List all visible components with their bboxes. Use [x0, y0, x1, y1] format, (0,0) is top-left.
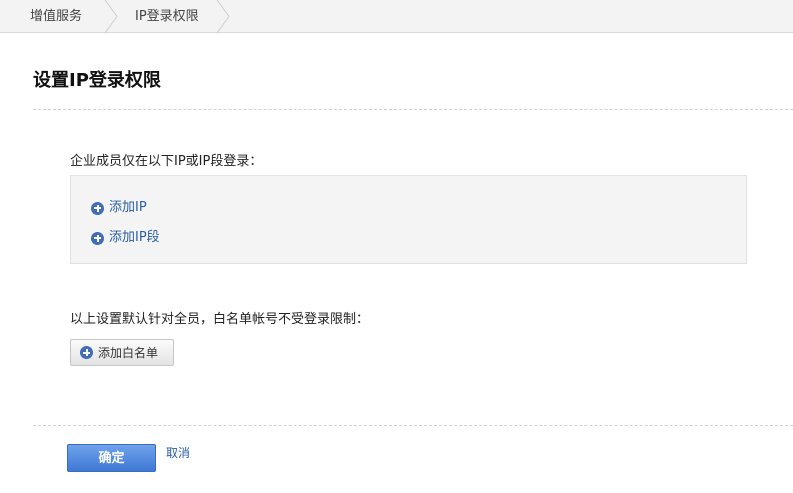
cancel-link[interactable]: 取消 [166, 444, 190, 461]
add-ip-range-label: 添加IP段 [109, 230, 160, 245]
add-ip-label: 添加IP [109, 200, 147, 215]
divider [33, 425, 793, 426]
plus-circle-icon [91, 231, 104, 245]
add-whitelist-label: 添加白名单 [98, 346, 159, 360]
plus-circle-icon [91, 201, 104, 215]
add-whitelist-button[interactable]: 添加白名单 [70, 339, 174, 366]
divider [33, 109, 793, 110]
page-title: 设置IP登录权限 [33, 70, 161, 91]
breadcrumb-separator-icon [216, 0, 230, 33]
breadcrumb-item-value-added-services[interactable]: 增值服务 [30, 0, 82, 33]
breadcrumb: 增值服务 IP登录权限 [0, 0, 793, 33]
ip-list-panel: 添加IP 添加IP段 [70, 175, 747, 264]
breadcrumb-separator-icon [104, 0, 118, 33]
whitelist-section-label: 以上设置默认针对全员，白名单帐号不受登录限制： [70, 312, 370, 327]
add-ip-range-link[interactable]: 添加IP段 [91, 230, 160, 246]
plus-circle-icon [80, 346, 93, 359]
add-ip-link[interactable]: 添加IP [91, 200, 147, 216]
breadcrumb-item-ip-login-permission[interactable]: IP登录权限 [135, 0, 199, 33]
confirm-button[interactable]: 确定 [67, 444, 156, 472]
ip-section-label: 企业成员仅在以下IP或IP段登录： [70, 154, 263, 169]
